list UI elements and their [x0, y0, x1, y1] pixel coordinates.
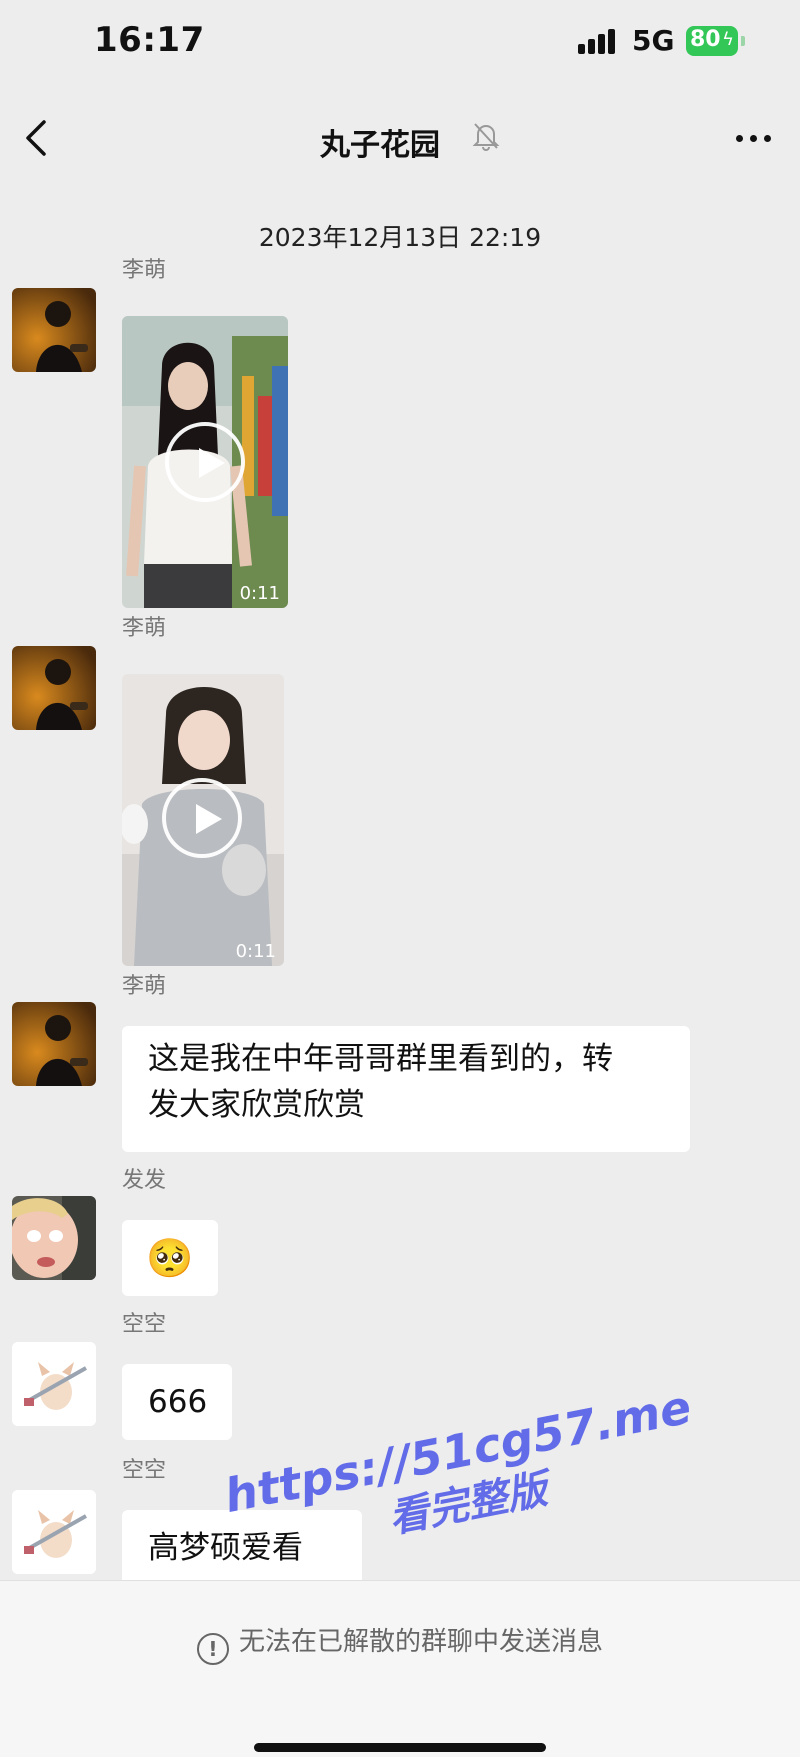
- status-bar: 16:17 5G 80 ϟ: [0, 0, 800, 90]
- battery-icon: 80 ϟ: [686, 26, 738, 56]
- play-button[interactable]: [165, 422, 245, 502]
- emoji-message[interactable]: 🥺: [122, 1220, 218, 1296]
- status-time: 16:17: [94, 20, 205, 60]
- nav-bar: 丸子花园: [0, 90, 800, 186]
- sender-name: 李萌: [122, 258, 167, 283]
- mute-bell-icon: [472, 123, 500, 151]
- battery-tip: [741, 36, 745, 46]
- message-text-line: 发大家欣赏欣赏: [148, 1087, 365, 1123]
- avatar[interactable]: [12, 646, 96, 730]
- charging-icon: ϟ: [722, 29, 734, 50]
- text-message[interactable]: 这是我在中年哥哥群里看到的，转 发大家欣赏欣赏: [122, 1026, 690, 1152]
- disbanded-notice: ! 无法在已解散的群聊中发送消息: [0, 1621, 800, 1665]
- disbanded-notice-bar: ! 无法在已解散的群聊中发送消息: [0, 1580, 800, 1757]
- text-message[interactable]: 666: [122, 1364, 232, 1440]
- video-message[interactable]: 0:11: [122, 316, 288, 608]
- battery-level: 80: [690, 27, 721, 52]
- video-duration: 0:11: [235, 941, 276, 962]
- chat-area[interactable]: 2023年12月13日 22:19 李萌 0:11 李萌 0:11 李萌 这是我…: [0, 186, 800, 1586]
- info-icon: !: [196, 1633, 229, 1665]
- message-text: 666: [148, 1384, 208, 1420]
- pleading-face-emoji: 🥺: [146, 1236, 194, 1280]
- chat-title: 丸子花园: [0, 120, 800, 164]
- video-duration: 0:11: [239, 583, 280, 604]
- avatar[interactable]: [12, 1342, 96, 1426]
- network-type: 5G: [632, 24, 675, 57]
- more-dots-icon: [736, 135, 743, 142]
- avatar[interactable]: [12, 1196, 96, 1280]
- avatar[interactable]: [12, 1002, 96, 1086]
- signal-icon: [578, 26, 622, 54]
- sender-name: 李萌: [122, 616, 167, 641]
- notice-text: 无法在已解散的群聊中发送消息: [238, 1627, 603, 1657]
- message-text-line: 这是我在中年哥哥群里看到的，转: [148, 1041, 613, 1077]
- sender-name: 发发: [122, 1168, 167, 1193]
- video-message[interactable]: 0:11: [122, 674, 284, 966]
- sender-name: 空空: [122, 1458, 167, 1483]
- avatar[interactable]: [12, 288, 96, 372]
- play-button[interactable]: [162, 778, 242, 858]
- message-timestamp: 2023年12月13日 22:19: [258, 223, 542, 252]
- more-options-button[interactable]: [732, 130, 776, 146]
- sender-name: 李萌: [122, 974, 167, 999]
- avatar[interactable]: [12, 1490, 96, 1574]
- group-name: 丸子花园: [320, 128, 440, 163]
- home-indicator[interactable]: [254, 1743, 546, 1752]
- sender-name: 空空: [122, 1312, 167, 1337]
